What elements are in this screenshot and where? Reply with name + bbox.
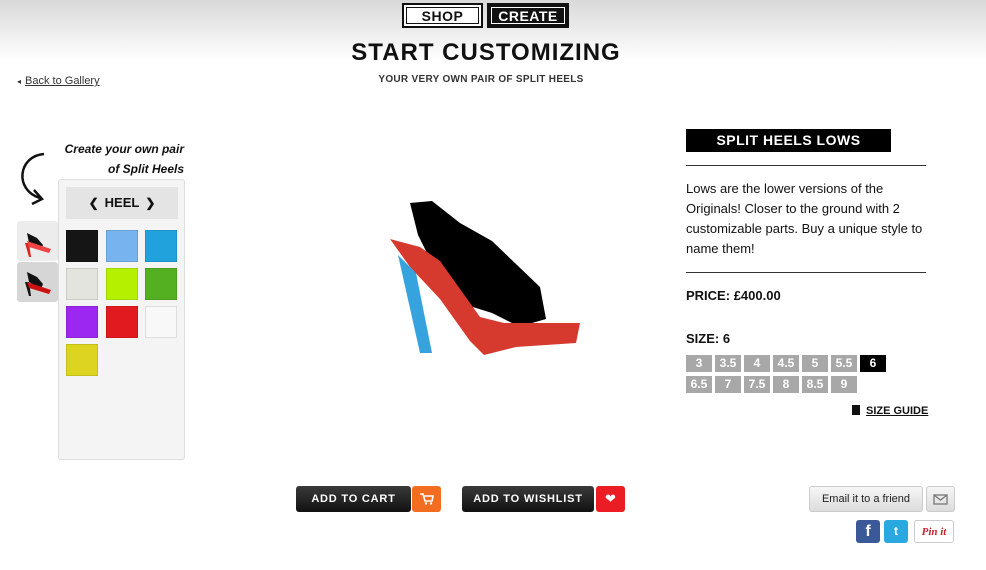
color-swatch-red[interactable] [106, 306, 138, 338]
size-label: SIZE: 6 [686, 331, 730, 346]
twitter-icon[interactable]: t [884, 520, 908, 543]
color-swatch-purple[interactable] [66, 306, 98, 338]
product-title: SPLIT HEELS LOWS [686, 129, 891, 152]
price-label: PRICE: [686, 288, 731, 303]
pinterest-button[interactable]: Pin it [914, 520, 954, 543]
curved-arrow-icon [21, 152, 45, 206]
nav-create-label: CREATE [491, 7, 565, 24]
color-swatch-black[interactable] [66, 230, 98, 262]
size-option[interactable]: 7 [715, 376, 741, 393]
product-description: Lows are the lower versions of the Origi… [686, 181, 923, 256]
heart-icon[interactable]: ❤ [596, 486, 625, 512]
size-option[interactable]: 6.5 [686, 376, 712, 393]
size-option[interactable]: 4 [744, 355, 770, 372]
size-option[interactable]: 4.5 [773, 355, 799, 372]
nav-create-button[interactable]: CREATE [487, 3, 569, 28]
facebook-icon[interactable]: f [856, 520, 880, 543]
page-title: START CUSTOMIZING [351, 39, 621, 66]
color-swatch-light-blue[interactable] [106, 230, 138, 262]
document-icon [852, 405, 860, 415]
shoe-thumb-icon [25, 233, 51, 257]
part-label: HEEL [104, 195, 140, 210]
size-option[interactable]: 6 [860, 355, 886, 372]
divider [686, 165, 926, 166]
cart-icon[interactable] [412, 486, 441, 512]
size-option[interactable]: 3 [686, 355, 712, 372]
color-swatch-white[interactable] [145, 306, 177, 338]
part-thumb-upper[interactable] [17, 262, 58, 302]
shoe-thumb-icon [25, 272, 51, 296]
add-to-cart-button[interactable]: ADD TO CART [296, 486, 411, 512]
color-swatch-green[interactable] [145, 268, 177, 300]
customizer-panel: ❮ HEEL ❯ [58, 179, 185, 460]
part-selector[interactable]: ❮ HEEL ❯ [66, 187, 178, 219]
size-label-text: SIZE: [686, 331, 720, 346]
back-link-label: Back to Gallery [25, 75, 100, 87]
size-option[interactable]: 7.5 [744, 376, 770, 393]
size-guide-label: SIZE GUIDE [866, 405, 929, 417]
add-to-wishlist-button[interactable]: ADD TO WISHLIST [462, 486, 594, 512]
chevron-left-icon[interactable]: ❮ [89, 196, 99, 210]
price-value: £400.00 [733, 288, 781, 303]
envelope-icon[interactable] [926, 486, 955, 512]
color-swatch-lime[interactable] [106, 268, 138, 300]
nav-shop-label: SHOP [406, 7, 479, 24]
chevron-right-icon[interactable]: ❯ [145, 196, 155, 210]
size-option[interactable]: 3.5 [715, 355, 741, 372]
size-option[interactable]: 5 [802, 355, 828, 372]
email-friend-button[interactable]: Email it to a friend [809, 486, 923, 512]
size-option[interactable]: 5.5 [831, 355, 857, 372]
back-arrow-icon: ◂ [17, 77, 22, 86]
part-thumb-heel[interactable] [17, 221, 58, 261]
helper-line-1: Create your own pair [64, 142, 184, 156]
size-guide-link[interactable]: SIZE GUIDE [852, 405, 928, 417]
size-option[interactable]: 8 [773, 376, 799, 393]
divider [686, 272, 926, 273]
price: PRICE: £400.00 [686, 288, 781, 303]
shoe-preview [380, 195, 590, 360]
size-option[interactable]: 9 [831, 376, 857, 393]
color-swatch-blue[interactable] [145, 230, 177, 262]
shoe-image [390, 201, 580, 355]
helper-text: Create your own pair of Split Heels [44, 139, 184, 179]
page-subtitle: YOUR VERY OWN PAIR OF SPLIT HEELS [378, 74, 584, 85]
helper-line-2: of Split Heels [107, 162, 184, 176]
size-current-value: 6 [722, 331, 731, 346]
back-to-gallery-link[interactable]: ◂ Back to Gallery [17, 75, 100, 87]
size-option[interactable]: 8.5 [802, 376, 828, 393]
color-swatch-light-grey[interactable] [66, 268, 98, 300]
color-swatch-yellow[interactable] [66, 344, 98, 376]
nav-shop-button[interactable]: SHOP [402, 3, 483, 28]
